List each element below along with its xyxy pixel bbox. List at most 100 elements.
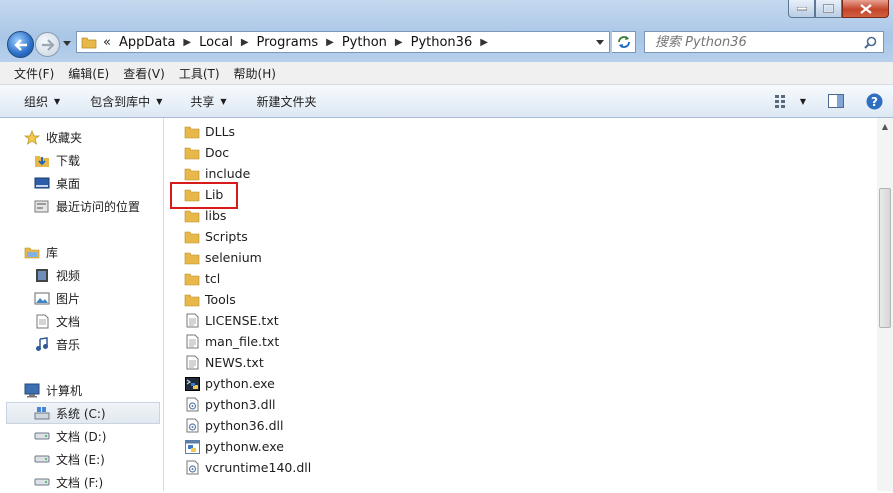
menu-view[interactable]: 查看(V) <box>123 65 165 82</box>
menu-help[interactable]: 帮助(H) <box>234 65 276 82</box>
pictures-icon <box>34 290 50 306</box>
new-folder-button[interactable]: 新建文件夹 <box>257 93 317 110</box>
minimize-icon <box>796 6 807 10</box>
folder-icon <box>81 35 97 49</box>
video-icon <box>34 267 50 283</box>
file-item-python3-dll[interactable]: python3.dll <box>184 394 276 415</box>
address-dropdown[interactable] <box>596 39 604 45</box>
breadcrumb-arrow-icon[interactable]: ▶ <box>241 37 249 48</box>
file-item-vcruntime140-dll[interactable]: vcruntime140.dll <box>184 457 311 478</box>
drive-icon <box>34 474 50 490</box>
address-bar[interactable]: « AppData ▶ Local ▶ Programs ▶ Python ▶ Pyth… <box>76 31 610 53</box>
refresh-icon <box>617 36 630 48</box>
help-icon: ? <box>866 93 883 109</box>
breadcrumb-arrow-icon[interactable]: ▶ <box>326 37 334 48</box>
recent-places-icon <box>34 198 50 214</box>
window-controls <box>788 0 889 18</box>
menu-file[interactable]: 文件(F) <box>14 65 54 82</box>
menu-edit[interactable]: 编辑(E) <box>68 65 109 82</box>
drive-icon <box>34 451 50 467</box>
breadcrumb-python[interactable]: Python ▶ <box>342 35 411 50</box>
chevron-down-icon <box>63 40 71 46</box>
search-icon[interactable] <box>864 36 877 49</box>
refresh-button[interactable] <box>612 31 636 53</box>
system-drive-icon <box>34 405 50 421</box>
close-icon <box>859 3 872 14</box>
scroll-up-button[interactable]: ▲ <box>877 118 893 134</box>
breadcrumb-programs[interactable]: Programs ▶ <box>257 35 342 50</box>
maximize-button[interactable] <box>815 0 842 18</box>
navigation-pane: 收藏夹 下载 桌面 最近访问的位置 库 视频 图片 文档 音乐 计算机 系统 (… <box>0 118 164 491</box>
scrollbar-thumb[interactable] <box>879 188 891 328</box>
music-icon <box>34 336 50 352</box>
python-exe-icon <box>184 376 200 392</box>
breadcrumb-arrow-icon[interactable]: ▶ <box>395 37 403 48</box>
computer-icon <box>24 382 40 398</box>
file-item-python-exe[interactable]: python.exe <box>184 373 275 394</box>
file-item-dlls[interactable]: DLLs <box>184 121 235 142</box>
file-item-tcl[interactable]: tcl <box>184 268 220 289</box>
file-item-scripts[interactable]: Scripts <box>184 226 248 247</box>
file-item-python36-dll[interactable]: python36.dll <box>184 415 284 436</box>
folder-icon <box>184 229 200 245</box>
forward-button[interactable] <box>35 32 60 57</box>
share-button[interactable]: 共享 ▼ <box>190 93 226 110</box>
folder-icon <box>184 250 200 266</box>
search-box <box>644 31 884 53</box>
menu-bar: 文件(F) 编辑(E) 查看(V) 工具(T) 帮助(H) <box>0 62 893 85</box>
file-item-license[interactable]: LICENSE.txt <box>184 310 279 331</box>
chevron-down-icon <box>596 39 604 45</box>
recent-pages-dropdown[interactable] <box>62 37 72 49</box>
include-in-library-button[interactable]: 包含到库中 ▼ <box>90 93 162 110</box>
file-item-tools[interactable]: Tools <box>184 289 236 310</box>
folder-icon <box>184 208 200 224</box>
drive-icon <box>34 428 50 444</box>
sidebar-computer[interactable]: 计算机 <box>24 379 187 401</box>
file-item-news[interactable]: NEWS.txt <box>184 352 264 373</box>
folder-icon <box>184 145 200 161</box>
arrow-right-icon <box>41 38 55 51</box>
text-file-icon <box>184 313 200 329</box>
sidebar-favorites[interactable]: 收藏夹 <box>24 126 187 148</box>
back-button[interactable] <box>7 31 34 58</box>
menu-tools[interactable]: 工具(T) <box>179 65 220 82</box>
dll-file-icon <box>184 460 200 476</box>
chevron-down-icon: ▼ <box>156 96 163 106</box>
breadcrumb-python36[interactable]: Python36 ▶ <box>411 35 496 50</box>
dll-file-icon <box>184 418 200 434</box>
star-icon <box>24 129 40 145</box>
breadcrumb-arrow-icon[interactable]: ▶ <box>183 37 191 48</box>
minimize-button[interactable] <box>788 0 815 18</box>
text-file-icon <box>184 334 200 350</box>
help-button[interactable]: ? <box>866 93 883 110</box>
breadcrumb-local[interactable]: Local ▶ <box>199 35 256 50</box>
file-item-doc[interactable]: Doc <box>184 142 229 163</box>
preview-pane-button[interactable] <box>828 94 844 108</box>
folder-icon <box>184 166 200 182</box>
chevron-down-icon: ▼ <box>54 96 61 106</box>
view-controls: ▼ ? <box>774 85 883 117</box>
vertical-scrollbar[interactable]: ▲ <box>877 118 893 491</box>
file-item-include[interactable]: include <box>184 163 250 184</box>
organize-button[interactable]: 组织 ▼ <box>24 93 60 110</box>
breadcrumb-appdata[interactable]: AppData ▶ <box>119 35 199 50</box>
sidebar-libraries[interactable]: 库 <box>24 241 187 263</box>
close-button[interactable] <box>842 0 889 18</box>
svg-text:?: ? <box>871 95 878 109</box>
chevron-down-icon: ▼ <box>220 96 227 106</box>
library-icon <box>24 244 40 260</box>
file-item-selenium[interactable]: selenium <box>184 247 262 268</box>
folder-icon <box>184 271 200 287</box>
text-file-icon <box>184 355 200 371</box>
file-item-pythonw-exe[interactable]: pythonw.exe <box>184 436 284 457</box>
address-overflow[interactable]: « <box>103 35 111 50</box>
folder-icon <box>184 292 200 308</box>
file-item-man-file[interactable]: man_file.txt <box>184 331 279 352</box>
pythonw-exe-icon <box>184 439 200 455</box>
breadcrumb-arrow-icon[interactable]: ▶ <box>480 37 488 48</box>
preview-pane-icon <box>828 94 844 108</box>
change-view-button[interactable]: ▼ <box>774 94 806 108</box>
arrow-left-icon <box>13 38 27 51</box>
search-input[interactable] <box>653 33 857 51</box>
sidebar-item-drive-c[interactable]: 系统 (C:) <box>6 402 160 424</box>
